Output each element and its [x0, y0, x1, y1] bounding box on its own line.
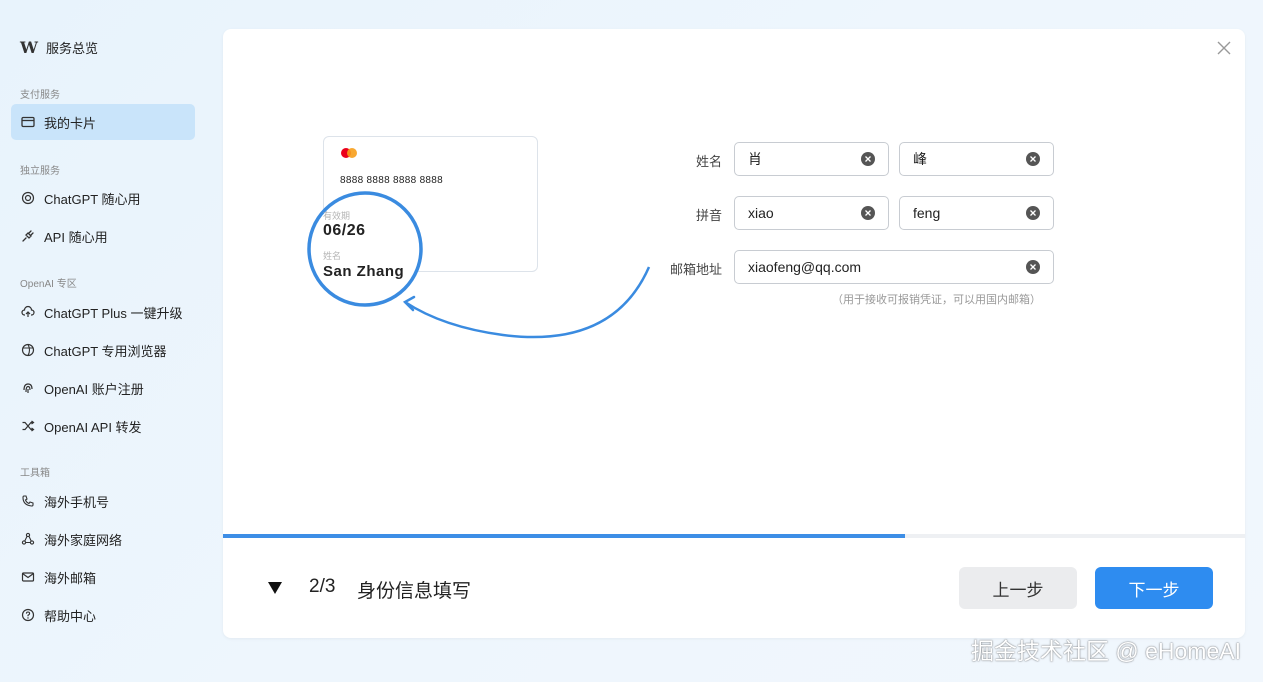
brand[interactable]: W 服务总览	[20, 38, 98, 57]
card-expiry-label: 有效期	[323, 211, 351, 221]
close-icon[interactable]	[1215, 39, 1233, 57]
pinyin-first-value: feng	[913, 205, 941, 221]
sidebar-item-overseas-phone[interactable]: 海外手机号	[11, 483, 195, 519]
help-icon	[21, 608, 35, 622]
section-label-standalone: 独立服务	[20, 166, 60, 177]
plug-icon	[21, 229, 35, 243]
email-field[interactable]: xiaofeng@qq.com	[734, 250, 1054, 284]
sidebar: W 服务总览 支付服务 我的卡片 独立服务 ChatGPT 随心用 API 随心…	[0, 0, 210, 682]
sidebar-item-label: OpenAI 账户注册	[44, 381, 144, 397]
upload-cloud-icon	[21, 305, 35, 319]
pinyin-first-field[interactable]: feng	[899, 196, 1054, 230]
card-holder-name: San Zhang	[323, 263, 405, 280]
watermark: 掘金技术社区 @ eHomeAI	[970, 638, 1241, 664]
step-count: 2/3	[309, 576, 336, 597]
sidebar-item-label: 帮助中心	[44, 608, 97, 624]
browser-icon	[21, 343, 35, 357]
email-value: xiaofeng@qq.com	[748, 259, 862, 275]
clear-icon[interactable]	[861, 152, 875, 166]
pinyin-label: 拼音	[695, 208, 722, 223]
pinyin-last-field[interactable]: xiao	[734, 196, 889, 230]
sidebar-item-chatgpt-plus[interactable]: ChatGPT Plus 一键升级	[11, 294, 195, 330]
sidebar-item-overseas-network[interactable]: 海外家庭网络	[11, 521, 195, 557]
mail-icon	[21, 570, 35, 584]
card-expiry: 06/26	[323, 222, 366, 239]
openai-icon	[21, 191, 35, 205]
section-label-payment: 支付服务	[20, 90, 60, 101]
card-name-label: 姓名	[323, 251, 342, 261]
sidebar-item-openai-register[interactable]: OpenAI 账户注册	[11, 370, 195, 406]
sidebar-item-label: ChatGPT Plus 一键升级	[44, 305, 183, 321]
identity-dialog: 8888 8888 8888 8888 有效期 06/26 姓名 San Zha…	[223, 29, 1245, 638]
pinyin-last-value: xiao	[748, 205, 774, 221]
sidebar-item-label: 海外邮箱	[44, 570, 97, 586]
clear-icon[interactable]	[1026, 206, 1040, 220]
section-label-tools: 工具箱	[20, 468, 50, 479]
sidebar-item-label: 海外手机号	[44, 494, 110, 510]
first-name-value: 峰	[913, 151, 927, 167]
sidebar-item-label: API 随心用	[44, 229, 108, 245]
email-hint: （用于接收可报销凭证，可以用国内邮箱）	[832, 294, 1041, 306]
last-name-field[interactable]: 肖	[734, 142, 889, 176]
sidebar-item-label: OpenAI API 转发	[44, 419, 142, 435]
sidebar-item-openai-api-forward[interactable]: OpenAI API 转发	[11, 408, 195, 444]
sidebar-item-label: ChatGPT 专用浏览器	[44, 343, 167, 359]
sidebar-item-label: 我的卡片	[44, 115, 97, 131]
first-name-field[interactable]: 峰	[899, 142, 1054, 176]
brand-logo: W	[20, 38, 38, 57]
sidebar-item-overseas-email[interactable]: 海外邮箱	[11, 559, 195, 595]
sidebar-item-label: ChatGPT 随心用	[44, 191, 141, 207]
phone-icon	[21, 494, 35, 508]
fingerprint-icon	[21, 381, 35, 395]
sidebar-item-chatgpt-payg[interactable]: ChatGPT 随心用	[11, 180, 195, 216]
next-step-button[interactable]: 下一步	[1095, 567, 1213, 609]
card-preview-zoom: 有效期 06/26 姓名 San Zhang	[323, 136, 538, 306]
network-icon	[21, 532, 35, 546]
sidebar-item-my-cards[interactable]: 我的卡片	[11, 104, 195, 140]
previous-step-button[interactable]: 上一步	[959, 567, 1077, 609]
card-icon	[21, 115, 35, 129]
caret-down-icon[interactable]	[267, 581, 283, 595]
last-name-value: 肖	[748, 151, 762, 167]
sidebar-item-label: 海外家庭网络	[44, 532, 123, 548]
clear-icon[interactable]	[1026, 260, 1040, 274]
clear-icon[interactable]	[1026, 152, 1040, 166]
step-title: 身份信息填写	[357, 581, 472, 602]
email-label: 邮箱地址	[669, 262, 722, 277]
brand-label: 服务总览	[45, 41, 98, 56]
sidebar-item-help[interactable]: 帮助中心	[11, 597, 195, 633]
progress-fill	[223, 534, 905, 538]
clear-icon[interactable]	[861, 206, 875, 220]
shuffle-icon	[21, 419, 35, 433]
sidebar-item-chatgpt-browser[interactable]: ChatGPT 专用浏览器	[11, 332, 195, 368]
section-label-openai: OpenAI 专区	[20, 279, 77, 290]
sidebar-item-api-payg[interactable]: API 随心用	[11, 218, 195, 254]
name-label: 姓名	[695, 154, 722, 169]
